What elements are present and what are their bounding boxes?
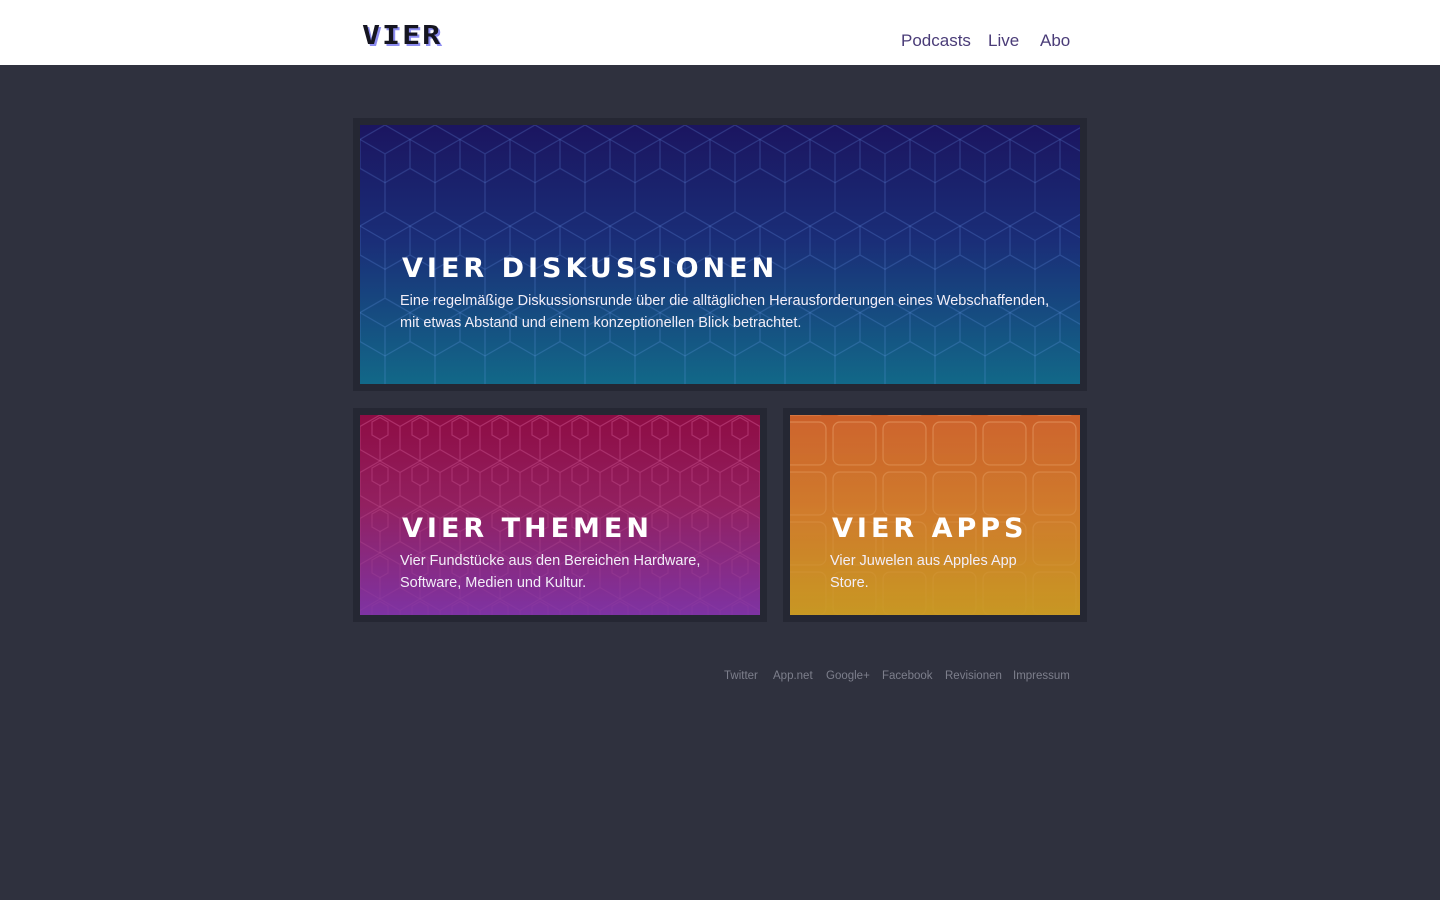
footer-link-googleplus[interactable]: Google+ (826, 670, 870, 682)
card-description: Vier Fundstücke aus den Bereichen Hardwa… (400, 550, 740, 594)
nav-live[interactable]: Live (988, 31, 1019, 51)
site-footer: Twitter App.net Google+ Facebook Revisio… (0, 670, 1440, 690)
footer-link-facebook[interactable]: Facebook (882, 670, 933, 682)
card-description: Eine regelmäßige Diskussionsrunde über d… (400, 290, 1050, 334)
footer-link-twitter[interactable]: Twitter (724, 670, 758, 682)
card-description-line: Eine regelmäßige Diskussionsrunde über d… (400, 293, 1050, 309)
nav-podcasts[interactable]: Podcasts (901, 31, 971, 51)
card-title: VIER APPS (832, 513, 1028, 544)
card-description-line: Store. (830, 575, 869, 591)
card-title: VIER THEMEN (402, 513, 653, 544)
card-description-line: Vier Juwelen aus Apples App (830, 553, 1017, 569)
card-vier-themen[interactable]: VIER THEMEN Vier Fundstücke aus den Bere… (360, 415, 760, 615)
nav-abo[interactable]: Abo (1040, 31, 1070, 51)
footer-link-impressum[interactable]: Impressum (1013, 670, 1070, 682)
card-description-line: Software, Medien und Kultur. (400, 575, 587, 591)
card-vier-diskussionen[interactable]: VIER DISKUSSIONEN Eine regelmäßige Disku… (360, 125, 1080, 384)
card-description: Vier Juwelen aus Apples App Store. (830, 550, 1060, 594)
footer-link-revisionen[interactable]: Revisionen (945, 670, 1002, 682)
card-description-line: mit etwas Abstand und einem konzeptionel… (400, 315, 802, 331)
card-description-line: Vier Fundstücke aus den Bereichen Hardwa… (400, 553, 701, 569)
vier-logo[interactable]: VIER (362, 22, 442, 51)
card-title: VIER DISKUSSIONEN (402, 253, 779, 284)
card-vier-apps[interactable]: VIER APPS Vier Juwelen aus Apples App St… (790, 415, 1080, 615)
site-header: VIER Podcasts Live Abo (0, 0, 1440, 65)
footer-link-appnet[interactable]: App.net (773, 670, 813, 682)
